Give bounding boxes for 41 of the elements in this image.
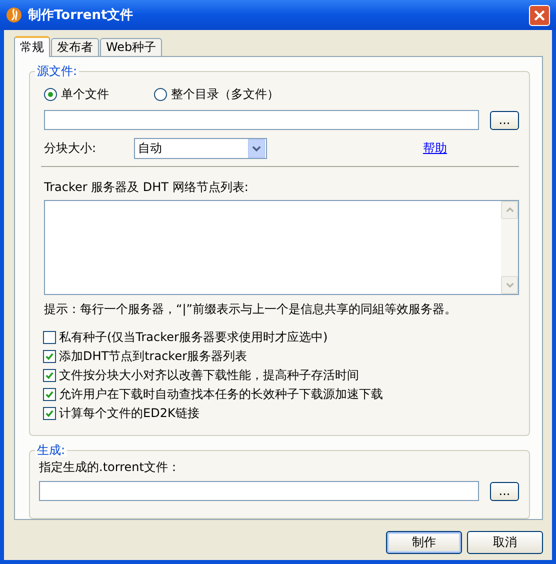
checkbox-option[interactable]: 私有种子(仅当Tracker服务器要求使用时才应选中) [43,328,519,347]
checkbox[interactable] [43,350,56,363]
checkbox[interactable] [43,369,56,382]
checkbox-option[interactable]: 文件按分块大小对齐以改善下载性能，提高种子存活时间 [43,366,519,385]
checkbox-option[interactable]: 计算每个文件的ED2K链接 [43,404,519,423]
dialog-button[interactable]: 制作 [386,531,462,554]
group-legend: 源文件: [35,64,80,78]
radio-button[interactable] [44,88,57,100]
checkbox-label: 文件按分块大小对齐以改善下载性能，提高种子存活时间 [59,367,359,384]
close-icon [534,10,545,20]
field-label: Tracker 服务器及 DHT 网络节点列表: [44,179,250,196]
hint-text: 提示：每行一个服务器，“|”前缀表示与上一个是信息共享的同組等效服务器。 [44,301,458,318]
tab[interactable]: 常规 [14,36,50,57]
group-legend: 生成: [35,443,68,458]
browse-button[interactable]: ... [490,482,519,501]
radio-label: 单个文件 [61,86,109,102]
window-title: 制作Torrent文件 [28,6,134,24]
close-button[interactable] [529,4,550,26]
field-label: 分块大小: [44,140,98,156]
checkbox[interactable] [43,407,56,420]
flame-icon [6,7,22,23]
tab[interactable]: Web种子 [100,38,162,56]
field-label: 指定生成的.torrent文件： [39,459,181,476]
dialog-button[interactable]: 取消 [467,531,543,554]
radio-button[interactable] [154,88,167,100]
checkbox-option[interactable]: 添加DHT节点到tracker服务器列表 [43,347,519,366]
checkbox-label: 添加DHT节点到tracker服务器列表 [59,348,248,365]
block-size-dropdown[interactable]: 自动 [134,138,267,158]
tracker-text-area[interactable] [44,200,519,295]
browse-button[interactable]: ... [490,110,519,130]
checkbox-label: 计算每个文件的ED2K链接 [59,405,200,422]
output-path-field[interactable] [39,481,479,502]
checkbox-label: 允许用户在下载时自动查找本任务的长效种子下载源加速下载 [59,386,383,403]
checkbox-label: 私有种子(仅当Tracker服务器要求使用时才应选中) [59,329,328,346]
checkbox[interactable] [43,388,56,401]
checkbox-option[interactable]: 允许用户在下载时自动查找本任务的长效种子下载源加速下载 [43,385,519,404]
checkbox[interactable] [43,331,56,344]
path-field[interactable] [44,110,479,130]
tab[interactable]: 发布者 [51,38,99,56]
radio-option[interactable]: 单个文件 [44,86,114,102]
help-link[interactable]: 帮助 [423,140,447,156]
